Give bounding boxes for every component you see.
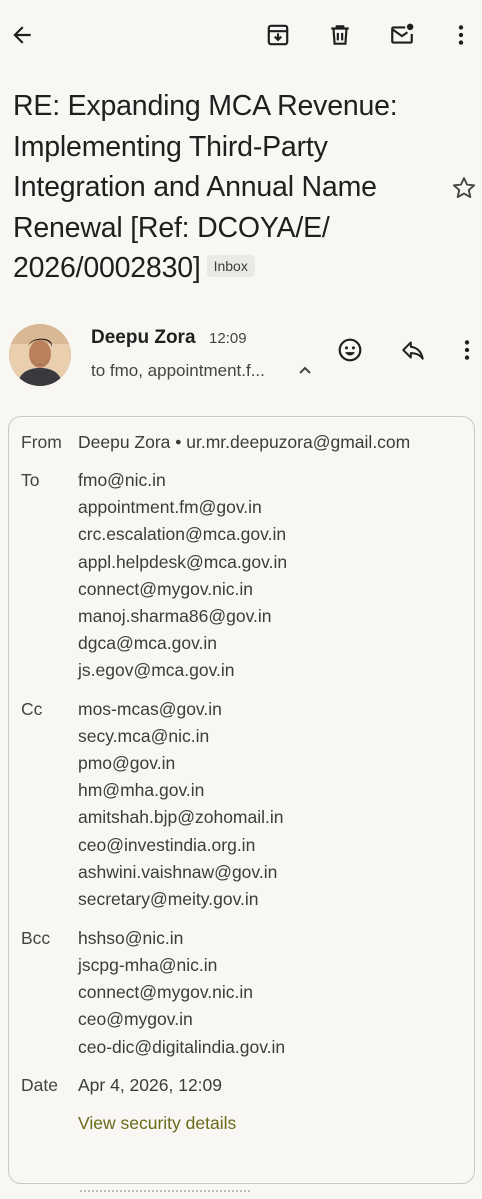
trash-icon [331,25,349,45]
to-recipient[interactable]: crc.escalation@mca.gov.in [78,524,286,545]
star-button[interactable] [444,168,482,208]
cc-recipient[interactable]: hm@mha.gov.in [78,780,204,801]
reply-icon [402,341,424,360]
subject-line-text: 2026/0002830] [13,252,201,284]
back-button[interactable] [2,15,42,55]
cc-recipient[interactable]: amitshah.bjp@zohomail.in [78,807,284,828]
cc-recipient[interactable]: ashwini.vaishnaw@gov.in [78,862,277,883]
cc-label: Cc [21,699,43,719]
to-recipient[interactable]: manoj.sharma86@gov.in [78,606,272,627]
bcc-recipient[interactable]: ceo@mygov.in [78,1009,193,1030]
to-recipient[interactable]: dgca@mca.gov.in [78,633,217,654]
to-recipient[interactable]: js.egov@mca.gov.in [78,660,235,681]
from-value[interactable]: Deepu Zora • ur.mr.deepuzora@gmail.com [78,432,410,453]
archive-icon [267,24,289,46]
email-subject: RE: Expanding MCA Revenue: Implementing … [13,86,443,289]
mark-unread-button[interactable] [382,15,422,55]
more-vert-icon [458,25,464,45]
cc-recipient[interactable]: secy.mca@nic.in [78,726,209,747]
bcc-recipient[interactable]: ceo-dic@digitalindia.gov.in [78,1037,285,1058]
emoji-icon [338,338,362,362]
sender-name[interactable]: Deepu Zora [91,327,196,349]
view-security-details-link[interactable]: View security details [78,1113,236,1134]
bcc-recipient[interactable]: connect@mygov.nic.in [78,982,253,1003]
reply-button[interactable] [393,330,433,370]
subject-line: Implementing Third-Party [13,130,328,163]
to-recipient[interactable]: fmo@nic.in [78,470,166,491]
to-recipient[interactable]: connect@mygov.nic.in [78,579,253,600]
inbox-label-badge[interactable]: Inbox [206,255,255,278]
star-icon [452,177,476,199]
to-recipient[interactable]: appl.helpdesk@mca.gov.in [78,552,287,573]
cc-recipient[interactable]: secretary@meity.gov.in [78,889,259,910]
archive-button[interactable] [258,15,298,55]
recipients-summary[interactable]: to fmo, appointment.f... [91,361,265,381]
subject-line: Integration and Annual Name [13,171,377,203]
sender-avatar[interactable] [9,324,71,386]
subject-line: 2026/0002830] Inbox [13,248,443,289]
message-more-button[interactable] [447,330,482,370]
to-label: To [21,470,40,490]
subject-line: Renewal [Ref: DCOYA/E/ [13,211,330,244]
arrow-back-icon [13,26,31,44]
from-label: From [21,432,62,452]
mark-unread-icon [391,23,414,44]
cc-recipient[interactable]: mos-mcas@gov.in [78,699,222,720]
truncated-content-edge [80,1190,250,1194]
avatar-photo [9,324,71,386]
date-label: Date [21,1075,58,1095]
to-recipient[interactable]: appointment.fm@gov.in [78,497,262,518]
delete-button[interactable] [320,15,360,55]
bcc-label: Bcc [21,928,51,948]
cc-recipient[interactable]: ceo@investindia.org.in [78,835,255,856]
subject-line: RE: Expanding MCA Revenue: [13,90,398,122]
bcc-recipient[interactable]: jscpg-mha@nic.in [78,955,217,976]
bcc-recipient[interactable]: hshso@nic.in [78,928,183,949]
more-vert-icon [464,340,470,360]
top-toolbar [0,0,482,72]
more-options-button[interactable] [441,15,481,55]
chevron-up-icon[interactable] [293,358,317,382]
add-reaction-button[interactable] [330,330,370,370]
email-time: 12:09 [209,330,247,347]
date-value: Apr 4, 2026, 12:09 [78,1075,222,1095]
cc-recipient[interactable]: pmo@gov.in [78,753,175,774]
